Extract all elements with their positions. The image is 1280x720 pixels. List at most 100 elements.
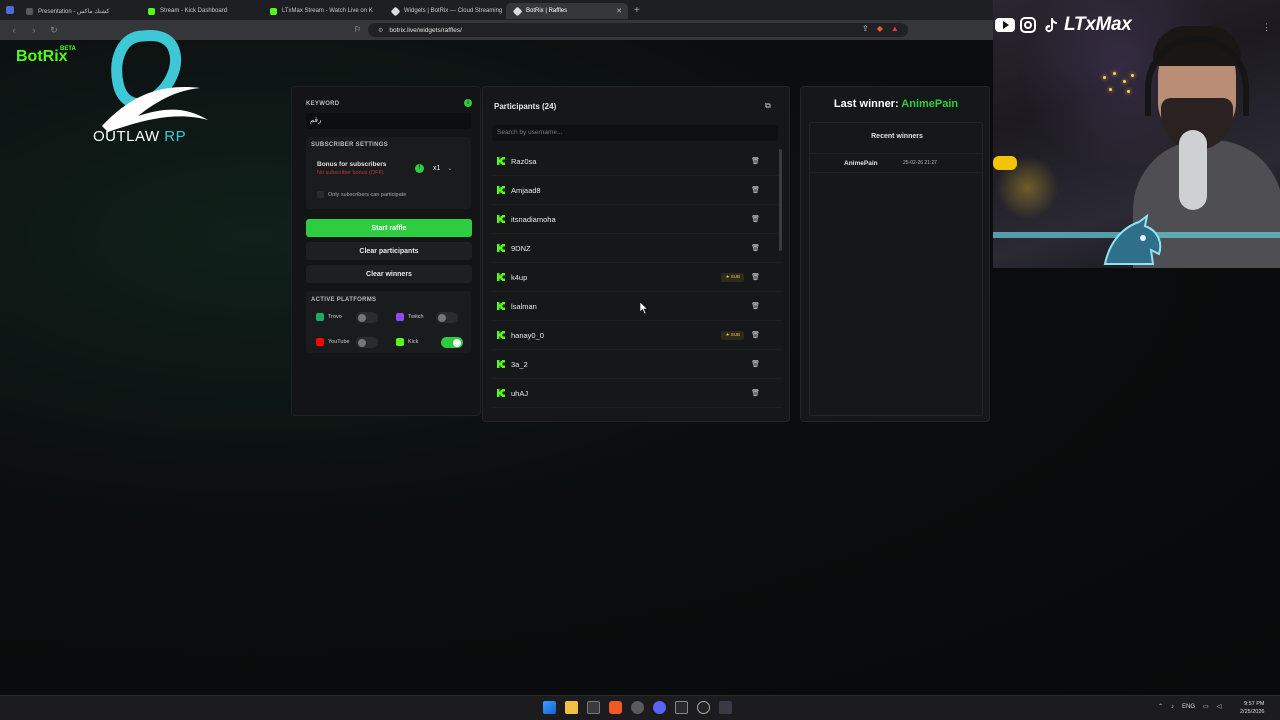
browser-menu-icon[interactable] xyxy=(6,6,14,14)
start-raffle-button[interactable]: Start raffle xyxy=(306,219,472,237)
participant-row[interactable]: Raz0sa 🗑 xyxy=(492,147,782,176)
start-icon[interactable] xyxy=(543,701,556,714)
participant-scrollbar[interactable] xyxy=(779,149,782,251)
copy-icon[interactable]: ⧉ xyxy=(765,101,771,111)
participant-row[interactable]: itsnadiamoha 🗑 xyxy=(492,205,782,234)
app-icon[interactable] xyxy=(697,701,710,714)
chevron-up-icon[interactable]: ⌃ xyxy=(1158,703,1163,710)
participant-row[interactable]: 3a_2 🗑 xyxy=(492,350,782,379)
network-icon[interactable]: ▭ xyxy=(1203,703,1209,710)
clock[interactable]: 9:57 PM 2/25/2026 xyxy=(1240,700,1264,716)
settings-inner: KEYWORD i رقم SUBSCRIBER SETTINGS Bonus … xyxy=(291,86,481,416)
trash-icon[interactable]: 🗑 xyxy=(751,273,760,281)
youtube-toggle[interactable] xyxy=(356,337,378,348)
reload-icon[interactable]: ↻ xyxy=(48,25,60,36)
participant-name: hanay0_0 xyxy=(511,330,544,340)
subscriber-settings-title: SUBSCRIBER SETTINGS xyxy=(311,142,389,148)
participants-panel: Participants (24) ⧉ Search by username..… xyxy=(482,86,790,422)
tab-label: Stream - Kick Dashboard xyxy=(160,8,228,14)
participant-row[interactable]: 9DNZ 🗑 xyxy=(492,234,782,263)
trovo-toggle[interactable] xyxy=(356,312,378,323)
sub-badge: ★ SUB xyxy=(721,330,744,340)
last-winner-name: AnimePain xyxy=(901,98,959,110)
youtube-icon xyxy=(316,338,324,346)
kick-toggle[interactable] xyxy=(441,337,463,348)
participant-name: Amjaad8 xyxy=(511,185,541,195)
close-tab-icon[interactable]: ✕ xyxy=(616,7,622,15)
logo-wordmark: OUTLAW RP xyxy=(93,128,187,145)
only-subscribers-checkbox[interactable] xyxy=(317,191,324,198)
info-icon[interactable]: ! xyxy=(415,164,424,173)
microphone-icon[interactable]: ♪ xyxy=(1171,704,1174,710)
trash-icon[interactable]: 🗑 xyxy=(751,360,760,368)
trash-icon[interactable]: 🗑 xyxy=(751,215,760,223)
tab-botrix-widgets[interactable]: Widgets | BotRix — Cloud Streaming xyxy=(384,3,506,19)
trash-icon[interactable]: 🗑 xyxy=(751,331,760,339)
info-icon[interactable]: i xyxy=(464,99,472,107)
clear-winners-button[interactable]: Clear winners xyxy=(306,265,472,283)
participant-row[interactable]: hanay0_0 ★ SUB 🗑 xyxy=(492,321,782,350)
active-platforms-title: ACTIVE PLATFORMS xyxy=(311,297,377,303)
chrome-icon[interactable] xyxy=(631,701,644,714)
participant-name: uhAJ xyxy=(511,388,529,398)
rewards-icon[interactable]: ▲ xyxy=(891,24,899,33)
brave-icon[interactable] xyxy=(609,701,622,714)
site-info-icon[interactable]: ⚙ xyxy=(378,27,383,34)
trash-icon[interactable]: 🗑 xyxy=(751,389,760,397)
store-icon[interactable] xyxy=(587,701,600,714)
share-icon[interactable]: ⇪ xyxy=(862,24,869,33)
tab-label: Widgets | BotRix — Cloud Streaming xyxy=(404,8,503,14)
wolf-mascot-icon xyxy=(1103,214,1162,265)
participant-row[interactable]: Amjaad8 🗑 xyxy=(492,176,782,205)
botrix-logo[interactable]: BotRix BETA xyxy=(16,46,76,66)
participant-row[interactable]: uhAJ 🗑 xyxy=(492,379,782,408)
keyword-label: KEYWORD xyxy=(306,101,340,107)
tab-label: LTxMax Stream - Watch Live on K xyxy=(282,8,373,14)
active-platforms: ACTIVE PLATFORMS Trovo Twitch YouTube Ki… xyxy=(306,291,471,353)
url-field[interactable]: ⚙ botrix.live/widgets/raffles/ xyxy=(368,23,908,37)
tab-kick-stream[interactable]: LTxMax Stream - Watch Live on K xyxy=(262,3,384,19)
keyword-input[interactable]: رقم xyxy=(306,113,471,129)
kick-favicon-icon xyxy=(270,7,277,15)
clear-participants-button[interactable]: Clear participants xyxy=(306,242,472,260)
tab-presentation[interactable]: Presentation - كشتك ماكس xyxy=(18,3,140,19)
kick-icon xyxy=(497,157,505,165)
forward-icon[interactable]: › xyxy=(28,25,40,35)
taskbar: ⌃ ♪ ENG ▭ ◁ 9:57 PM 2/25/2026 xyxy=(0,695,1280,720)
tab-botrix-raffles[interactable]: BotRix | Raffles ✕ xyxy=(506,3,628,19)
participant-search-input[interactable]: Search by username... xyxy=(492,125,778,141)
kick-icon xyxy=(396,338,404,346)
mouse-cursor-icon xyxy=(640,302,648,314)
clock-time: 9:57 PM xyxy=(1243,701,1265,707)
twitch-toggle[interactable] xyxy=(436,312,458,323)
obs-icon[interactable] xyxy=(719,701,732,714)
trash-icon[interactable]: 🗑 xyxy=(751,244,760,252)
discord-icon[interactable] xyxy=(653,701,666,714)
xbox-icon[interactable] xyxy=(675,701,688,714)
bookmark-icon[interactable]: ⚐ xyxy=(354,25,361,34)
only-subscribers-label: Only subscribers can participate xyxy=(328,191,407,198)
back-icon[interactable]: ‹ xyxy=(8,25,20,35)
tab-kick-dashboard[interactable]: Stream - Kick Dashboard xyxy=(140,3,262,19)
kick-icon xyxy=(497,331,505,339)
only-subscribers-option[interactable]: Only subscribers can participate xyxy=(317,191,406,198)
brave-shield-icon[interactable]: ◆ xyxy=(877,24,883,33)
trash-icon[interactable]: 🗑 xyxy=(751,157,760,165)
platform-label: Trovo xyxy=(328,314,342,320)
participant-row[interactable]: k4up ★ SUB 🗑 xyxy=(492,263,782,292)
participant-row[interactable]: lsalman 🗑 xyxy=(492,292,782,321)
platform-twitch: Twitch xyxy=(396,313,424,321)
trash-icon[interactable]: 🗑 xyxy=(751,302,760,310)
platform-label: YouTube xyxy=(328,339,350,345)
trash-icon[interactable]: 🗑 xyxy=(751,186,760,194)
tiktok-icon xyxy=(1041,15,1061,35)
multiplier-select[interactable]: x1 ⌄ xyxy=(430,162,460,175)
file-explorer-icon[interactable] xyxy=(565,701,578,714)
new-tab-button[interactable]: + xyxy=(634,5,640,16)
string-lights xyxy=(1101,72,1141,102)
volume-icon[interactable]: ◁ xyxy=(1217,703,1222,710)
window-controls-icon[interactable]: ⋮ xyxy=(1262,22,1271,33)
social-handle-overlay: LTxMax xyxy=(995,14,1132,36)
language-indicator[interactable]: ENG xyxy=(1182,704,1195,710)
participant-name: 3a_2 xyxy=(511,359,528,369)
